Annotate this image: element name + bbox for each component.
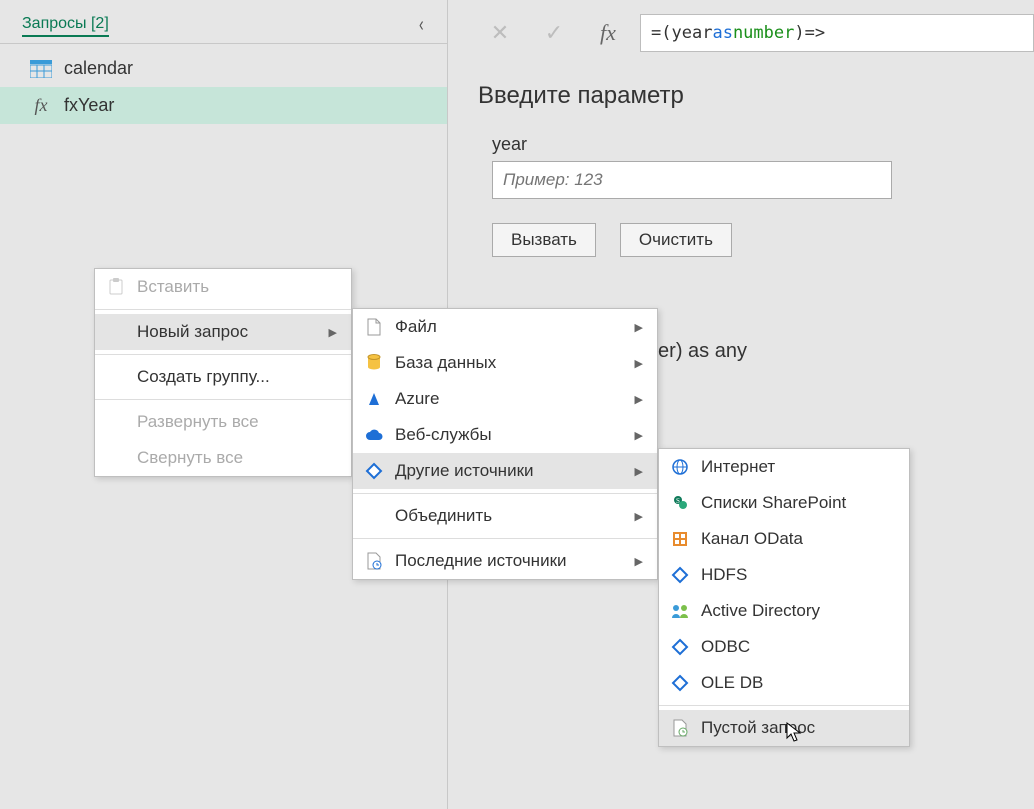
param-label: year: [492, 134, 1004, 155]
function-icon: fx: [30, 95, 52, 116]
sharepoint-icon: S: [669, 494, 691, 512]
page-title: Введите параметр: [478, 82, 1004, 110]
menu-item-hdfs[interactable]: HDFS: [659, 557, 909, 593]
submenu-arrow-icon: ▶: [635, 465, 643, 478]
menu-item-blank-query[interactable]: Пустой запрос: [659, 710, 909, 746]
submenu-arrow-icon: ▶: [635, 393, 643, 406]
commit-formula-button: ✓: [532, 14, 576, 52]
database-icon: [363, 354, 385, 372]
collapse-panel-icon[interactable]: ‹: [419, 14, 424, 37]
menu-item-collapse-all: Свернуть все: [95, 440, 351, 476]
formula-bar: ✕ ✓ fx = ( year as number )=>: [448, 14, 1034, 62]
file-icon: [363, 318, 385, 336]
menu-item-odbc[interactable]: ODBC: [659, 629, 909, 665]
blank-query-icon: [669, 719, 691, 737]
submenu-arrow-icon: ▶: [635, 321, 643, 334]
svg-text:S: S: [676, 497, 680, 505]
paste-icon: [105, 278, 127, 296]
menu-item-internet[interactable]: Интернет: [659, 449, 909, 485]
menu-item-active-directory[interactable]: Active Directory: [659, 593, 909, 629]
recent-icon: [363, 552, 385, 570]
query-item-calendar[interactable]: calendar: [0, 50, 447, 87]
submenu-arrow-icon: ▶: [635, 429, 643, 442]
menu-item-paste: Вставить: [95, 269, 351, 305]
active-directory-icon: [669, 603, 691, 619]
formula-input[interactable]: = ( year as number )=>: [640, 14, 1034, 52]
invoke-button[interactable]: Вызвать: [492, 223, 596, 257]
menu-item-create-group[interactable]: Создать группу...: [95, 359, 351, 395]
diamond-icon: [669, 638, 691, 656]
menu-item-web-services[interactable]: Веб-службы ▶: [353, 417, 657, 453]
menu-item-other-sources[interactable]: Другие источники ▶: [353, 453, 657, 489]
globe-icon: [669, 458, 691, 476]
submenu-arrow-icon: ▶: [329, 326, 337, 339]
menu-item-expand-all: Развернуть все: [95, 404, 351, 440]
menu-item-combine[interactable]: Объединить ▶: [353, 498, 657, 534]
azure-icon: [363, 391, 385, 407]
query-item-label: calendar: [64, 58, 133, 79]
menu-item-azure[interactable]: Azure ▶: [353, 381, 657, 417]
other-sources-submenu: Интернет S Списки SharePoint Канал OData…: [658, 448, 910, 747]
menu-item-database[interactable]: База данных ▶: [353, 345, 657, 381]
diamond-icon: [363, 462, 385, 480]
context-menu: Вставить Новый запрос ▶ Создать группу..…: [94, 268, 352, 477]
menu-item-sharepoint[interactable]: S Списки SharePoint: [659, 485, 909, 521]
submenu-arrow-icon: ▶: [635, 510, 643, 523]
menu-item-new-query[interactable]: Новый запрос ▶: [95, 314, 351, 350]
menu-item-recent-sources[interactable]: Последние источники ▶: [353, 543, 657, 579]
fx-button[interactable]: fx: [586, 14, 630, 52]
queries-header-label: Запросы [2]: [22, 15, 109, 37]
submenu-arrow-icon: ▶: [635, 555, 643, 568]
new-query-submenu: Файл ▶ База данных ▶ Azure ▶ Веб-службы …: [352, 308, 658, 580]
cancel-formula-button: ✕: [478, 14, 522, 52]
diamond-icon: [669, 566, 691, 584]
diamond-icon: [669, 674, 691, 692]
query-item-label: fxYear: [64, 95, 114, 116]
cloud-icon: [363, 428, 385, 442]
odata-icon: [669, 530, 691, 548]
clear-button[interactable]: Очистить: [620, 223, 732, 257]
table-icon: [30, 60, 52, 78]
query-item-fxyear[interactable]: fx fxYear: [0, 87, 447, 124]
menu-item-oledb[interactable]: OLE DB: [659, 665, 909, 701]
menu-item-odata[interactable]: Канал OData: [659, 521, 909, 557]
menu-item-file[interactable]: Файл ▶: [353, 309, 657, 345]
param-input[interactable]: [492, 161, 892, 199]
submenu-arrow-icon: ▶: [635, 357, 643, 370]
